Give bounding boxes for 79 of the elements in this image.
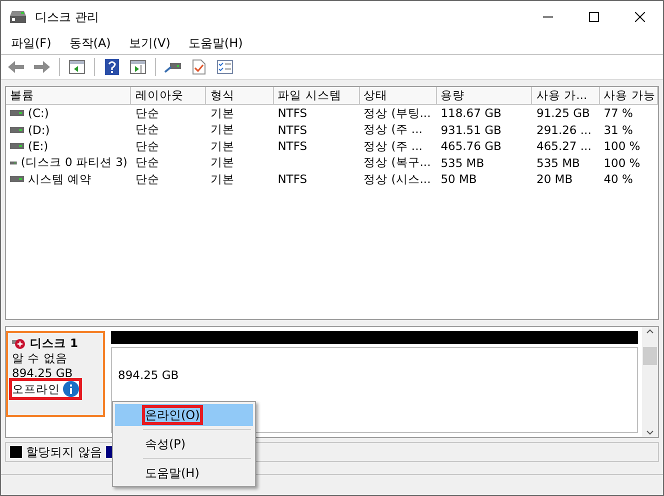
table-cell: NTFS bbox=[278, 172, 308, 186]
table-cell: 기본 bbox=[210, 138, 234, 154]
table-cell: 기본 bbox=[210, 106, 234, 121]
column-header[interactable]: 사용 가... bbox=[532, 87, 600, 105]
table-cell: 단순 bbox=[135, 172, 160, 187]
table-cell: 40 % bbox=[604, 172, 633, 186]
disk-offline-icon bbox=[12, 338, 26, 350]
table-cell: 118.67 GB bbox=[440, 106, 502, 120]
table-cell: 정상 (주 ... bbox=[364, 138, 422, 154]
table-cell: 465.76 GB bbox=[440, 139, 502, 154]
table-cell: 77 % bbox=[604, 106, 633, 120]
partition-size: 894.25 GB bbox=[118, 368, 179, 382]
menu-item[interactable]: 도움말(H) bbox=[178, 35, 251, 52]
table-cell: 단순 bbox=[135, 106, 160, 121]
table-cell: 20 MB bbox=[536, 172, 573, 186]
checklist-icon[interactable] bbox=[214, 57, 236, 77]
scroll-down-icon[interactable] bbox=[646, 429, 654, 437]
menu-item[interactable]: 속성(P) bbox=[115, 433, 253, 455]
drive-icon bbox=[10, 126, 24, 134]
disk-name: 디스크 1 bbox=[30, 336, 78, 351]
table-cell: 465.27 ... bbox=[536, 139, 592, 154]
table-cell: 100 % bbox=[604, 156, 640, 170]
table-cell: 535 MB bbox=[440, 156, 484, 170]
drive-icon bbox=[10, 175, 24, 184]
column-header[interactable]: 형식 bbox=[206, 87, 274, 105]
disk-type: 알 수 없음 bbox=[12, 351, 68, 366]
table-cell: 31 % bbox=[604, 122, 633, 137]
table-cell: 정상 (부팅... bbox=[364, 106, 431, 121]
table-cell: NTFS bbox=[278, 122, 308, 137]
table-cell: 기본 bbox=[210, 172, 234, 187]
menu-item[interactable]: 동작(A) bbox=[59, 35, 119, 52]
column-header[interactable]: 사용 가능 bbox=[600, 87, 658, 105]
table-cell: 단순 bbox=[135, 155, 160, 170]
menu-item[interactable]: 온라인(O) bbox=[115, 404, 253, 426]
scrollbar[interactable] bbox=[642, 327, 658, 437]
table-cell: 291.26 ... bbox=[536, 122, 592, 137]
table-cell: 시스템 예약 bbox=[28, 172, 92, 187]
info-icon[interactable] bbox=[63, 381, 79, 397]
menu-item[interactable]: 파일(F) bbox=[1, 35, 60, 52]
table-cell: 100 % bbox=[604, 139, 640, 154]
drive-icon bbox=[10, 109, 24, 118]
table-cell: 정상 (주 ... bbox=[364, 122, 422, 138]
table-cell: 50 MB bbox=[440, 172, 477, 186]
column-header[interactable]: 파일 시스템 bbox=[274, 87, 360, 105]
table-cell: 91.25 GB bbox=[536, 106, 590, 120]
table-cell: 정상 (시스... bbox=[364, 172, 431, 187]
maximize-icon bbox=[589, 12, 599, 22]
table-cell: 기본 bbox=[210, 122, 234, 138]
close-icon bbox=[635, 12, 645, 22]
column-header[interactable]: 볼륨 bbox=[6, 87, 132, 105]
app-icon bbox=[9, 10, 27, 24]
drive-icon bbox=[10, 158, 17, 167]
scroll-up-icon[interactable] bbox=[646, 327, 654, 335]
disk-card[interactable]: 디스크 1 알 수 없음 894.25 GB 오프라인 bbox=[6, 331, 105, 417]
panel-icon[interactable] bbox=[127, 57, 149, 77]
column-header[interactable]: 용량 bbox=[436, 87, 532, 105]
drive-icon bbox=[10, 142, 24, 150]
menu-item[interactable]: 도움말(H) bbox=[115, 462, 253, 484]
table-cell: (D:) bbox=[28, 122, 50, 137]
table-cell: (디스크 0 파티션 3) bbox=[20, 155, 128, 170]
table-cell: 단순 bbox=[135, 138, 160, 154]
table-cell: 535 MB bbox=[536, 156, 580, 170]
table-cell: 기본 bbox=[210, 155, 234, 170]
scroll-thumb[interactable] bbox=[643, 347, 657, 365]
table-cell: 931.51 GB bbox=[440, 122, 502, 137]
legend-label: 할당되지 않음 bbox=[26, 444, 102, 460]
table-cell: NTFS bbox=[278, 139, 308, 154]
column-header[interactable]: 상태 bbox=[360, 87, 437, 105]
panel-icon[interactable] bbox=[66, 57, 88, 77]
table-cell: 정상 (복구... bbox=[364, 155, 431, 170]
disk-size: 894.25 GB bbox=[12, 366, 74, 380]
window-title: 디스크 관리 bbox=[35, 8, 99, 26]
disk-state: 오프라인 bbox=[12, 382, 60, 396]
table-cell: (E:) bbox=[28, 139, 48, 154]
menu-item[interactable]: 보기(V) bbox=[118, 35, 178, 52]
table-cell: 단순 bbox=[135, 122, 160, 138]
column-header[interactable]: 레이아웃 bbox=[131, 87, 206, 105]
table-cell: NTFS bbox=[278, 106, 308, 120]
table-cell: (C:) bbox=[28, 106, 49, 120]
